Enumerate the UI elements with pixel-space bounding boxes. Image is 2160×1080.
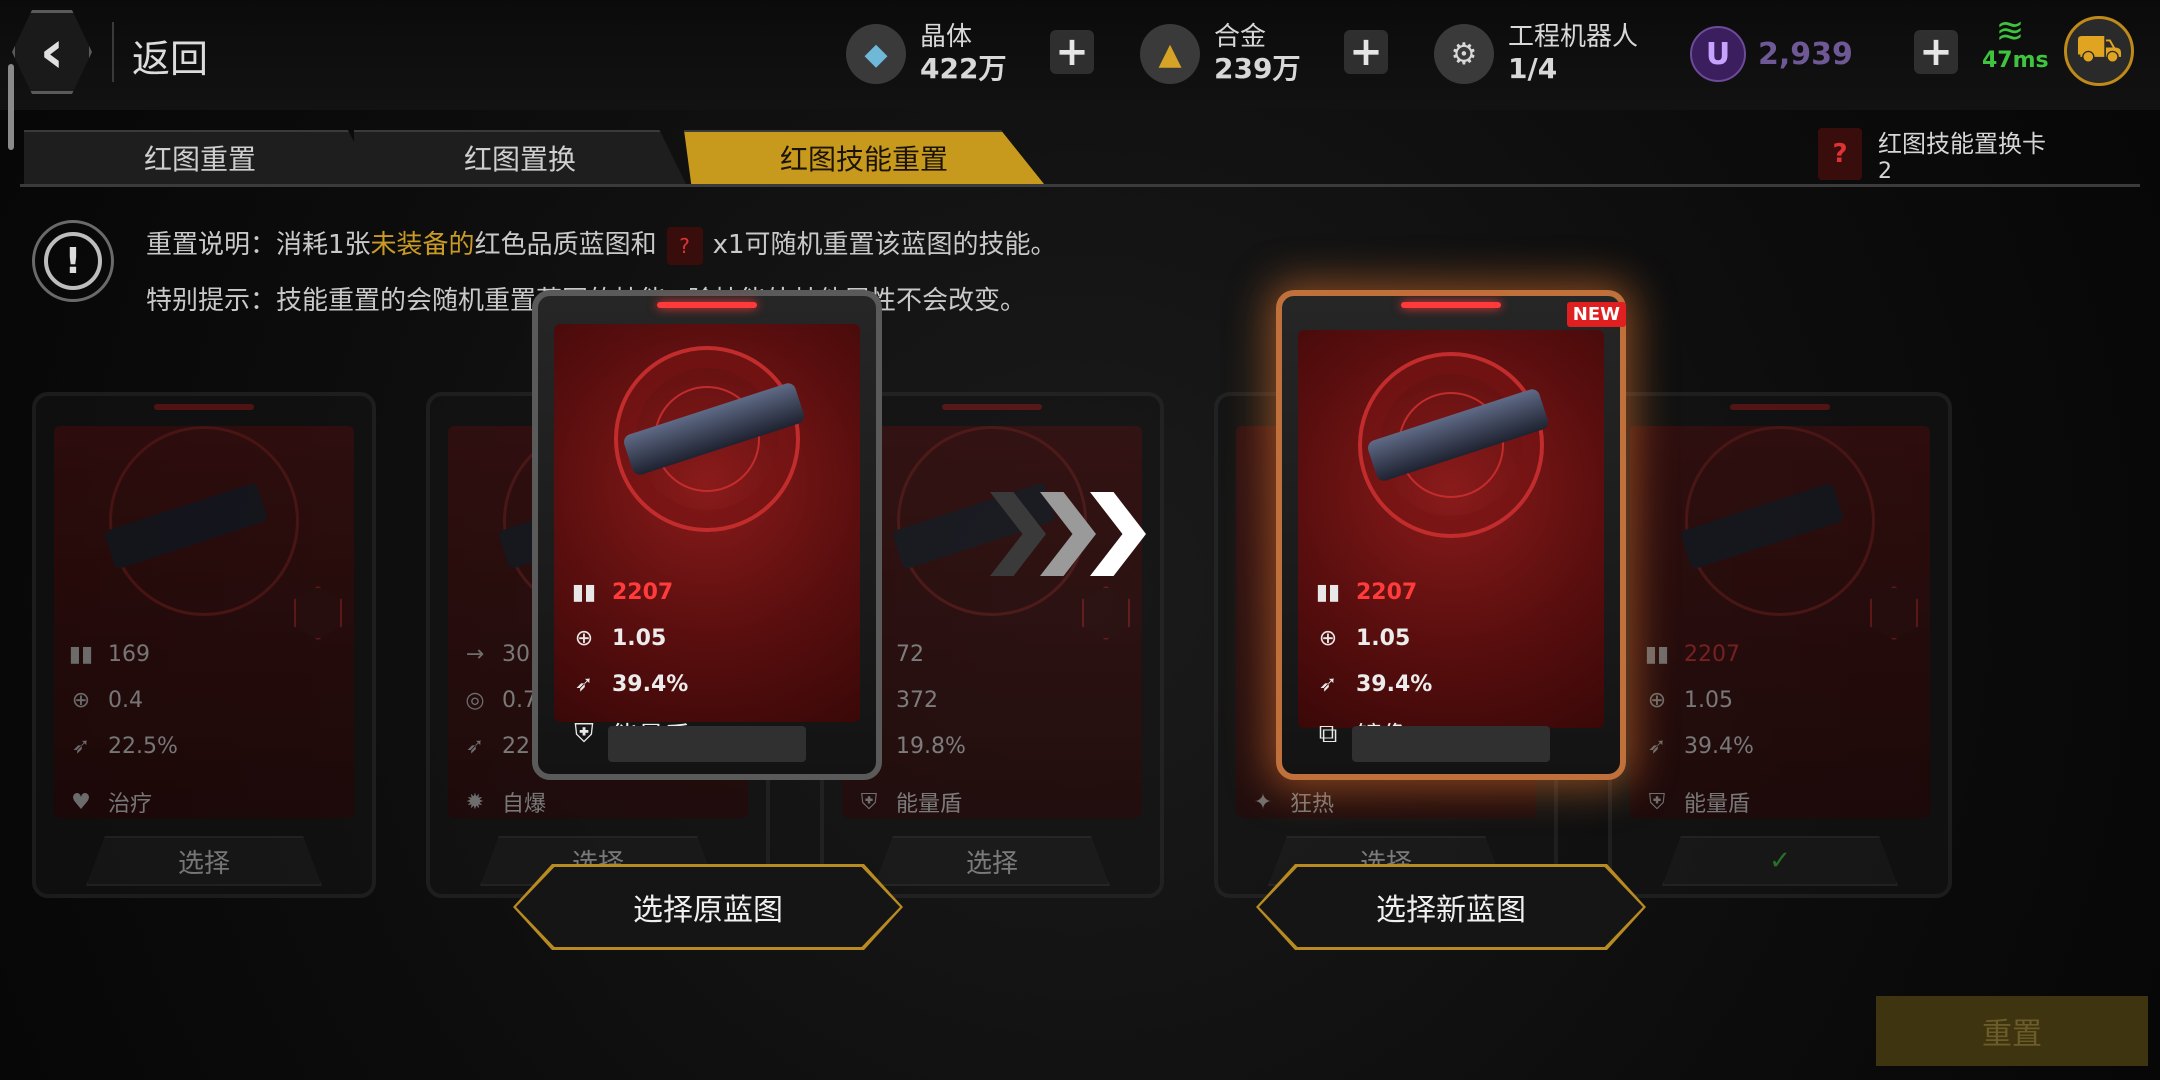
resource-robot: ⚙ 工程机器人 1/4 xyxy=(1434,14,1638,94)
resource-u-currency: U 2,939 xyxy=(1690,14,1853,94)
resource-value: 1/4 xyxy=(1508,51,1558,85)
resource-crystal: ◆ 晶体 422万 xyxy=(846,14,1006,94)
speed-icon: → xyxy=(465,642,485,667)
missile-icon: ➶ xyxy=(574,672,594,697)
select-button[interactable]: 选择 xyxy=(86,836,322,886)
select-original-button[interactable]: 选择原蓝图 xyxy=(515,866,901,948)
desc-suffix: x1可随机重置该蓝图的技能。 xyxy=(712,230,1057,260)
selected-check-icon[interactable]: ✓ xyxy=(1662,836,1898,886)
crit-value: 39.4% xyxy=(1356,672,1433,697)
wifi-icon: ≋ xyxy=(1995,11,2025,51)
ping-value: 47ms xyxy=(1982,48,2049,73)
new-badge: NEW xyxy=(1566,302,1626,327)
add-alloy-button[interactable]: + xyxy=(1344,29,1388,75)
shop-cart-button[interactable]: ⛟ xyxy=(2064,16,2134,86)
energy-shield-icon: ⛨ xyxy=(574,719,594,749)
ammo-icon: ▮▮ xyxy=(571,580,597,605)
explode-icon: ✹ xyxy=(465,789,485,815)
info-icon: ! xyxy=(32,220,114,302)
desc-highlight: 未装备的 xyxy=(370,230,475,260)
rate-value: 1.05 xyxy=(612,626,667,651)
resource-name: 晶体 xyxy=(920,21,973,52)
indicator-light xyxy=(1401,302,1501,308)
u-currency-icon: U xyxy=(1690,26,1746,82)
damage-value: 2207 xyxy=(1356,580,1418,605)
select-new-button[interactable]: 选择新蓝图 xyxy=(1258,866,1644,948)
crosshair-icon: ⊕ xyxy=(1647,688,1667,713)
resource-name: 合金 xyxy=(1214,21,1267,52)
divider xyxy=(112,22,114,82)
blueprint-card-selected[interactable]: ▮▮ 2207 ⊕ 1.05 ➶ 39.4% ⛨ 能量盾 ✓ xyxy=(1608,392,1952,898)
mirror-icon: ⧉ xyxy=(1318,719,1338,749)
new-blueprint-card[interactable]: NEW ▮▮2207 ⊕1.05 ➶39.4% ⧉镜像 xyxy=(1276,290,1626,780)
crosshair-icon: ⊕ xyxy=(574,626,594,651)
blueprint-card[interactable]: ▮▮ 169 ⊕ 0.4 ➶ 22.5% ♥ 治疗 选择 xyxy=(32,392,376,898)
tab-red-reset[interactable]: 红图重置 xyxy=(24,130,376,184)
network-status: ≋ 47ms xyxy=(1982,11,2049,84)
cart-icon: ⛟ xyxy=(2075,26,2123,70)
card-counter-value: 2 xyxy=(1878,159,1892,184)
ammo-icon: ▮▮ xyxy=(1315,580,1341,605)
select-button[interactable]: 选择 xyxy=(874,836,1110,886)
damage-value: 2207 xyxy=(612,580,674,605)
reset-button[interactable]: 重置 xyxy=(1876,996,2148,1066)
gear-icon: ◎ xyxy=(465,688,485,713)
u-currency-value: 2,939 xyxy=(1758,36,1853,72)
robot-icon: ⚙ xyxy=(1434,24,1494,84)
alloy-icon: ▲ xyxy=(1140,24,1200,84)
shield-icon: ⛨ xyxy=(1648,789,1666,815)
add-crystal-button[interactable]: + xyxy=(1050,29,1094,75)
rate-value: 1.05 xyxy=(1356,626,1411,651)
frenzy-icon: ✦ xyxy=(1253,789,1273,815)
desc-mid: 红色品质蓝图和 xyxy=(474,230,657,260)
missile-icon: ➶ xyxy=(71,734,91,759)
missile-icon: ➶ xyxy=(1647,734,1667,759)
tab-red-skill-reset[interactable]: 红图技能重置 xyxy=(684,130,1044,184)
shield-icon: ⛨ xyxy=(860,789,878,815)
reset-description: 重置说明：消耗1张未装备的红色品质蓝图和? x1可随机重置该蓝图的技能。 xyxy=(146,224,1057,265)
add-u-currency-button[interactable]: + xyxy=(1914,29,1958,75)
missile-icon: ➶ xyxy=(465,734,485,759)
ammo-icon: ▮▮ xyxy=(1644,642,1670,667)
heal-icon: ♥ xyxy=(71,789,91,815)
original-blueprint-card[interactable]: ▮▮2207 ⊕1.05 ➶39.4% ⛨能量盾 xyxy=(532,290,882,780)
skill-swap-card-icon: ? xyxy=(1818,128,1862,180)
resource-alloy: ▲ 合金 239万 xyxy=(1140,14,1300,94)
tab-red-swap[interactable]: 红图置换 xyxy=(354,130,686,184)
resource-name: 工程机器人 xyxy=(1508,21,1639,52)
crosshair-icon: ⊕ xyxy=(71,688,91,713)
tab-underline xyxy=(20,184,2140,187)
back-label[interactable]: 返回 xyxy=(132,28,208,83)
card-counter-name: 红图技能置换卡 xyxy=(1878,130,2046,158)
edge-handle xyxy=(8,64,14,150)
skill-swap-card-icon: ? xyxy=(666,226,703,265)
chevron-left-icon: ‹ xyxy=(39,17,65,87)
crosshair-icon: ⊕ xyxy=(1318,626,1338,651)
crit-value: 39.4% xyxy=(612,672,689,697)
ammo-icon: ▮▮ xyxy=(68,642,94,667)
indicator-light xyxy=(657,302,757,308)
resource-value: 422万 xyxy=(920,51,1007,85)
desc-prefix: 重置说明：消耗1张 xyxy=(146,230,371,260)
crystal-icon: ◆ xyxy=(846,24,906,84)
skill-swap-card-counter: ? 红图技能置换卡 2 xyxy=(1818,124,2046,184)
missile-icon: ➶ xyxy=(1318,672,1338,697)
resource-value: 239万 xyxy=(1214,51,1301,85)
